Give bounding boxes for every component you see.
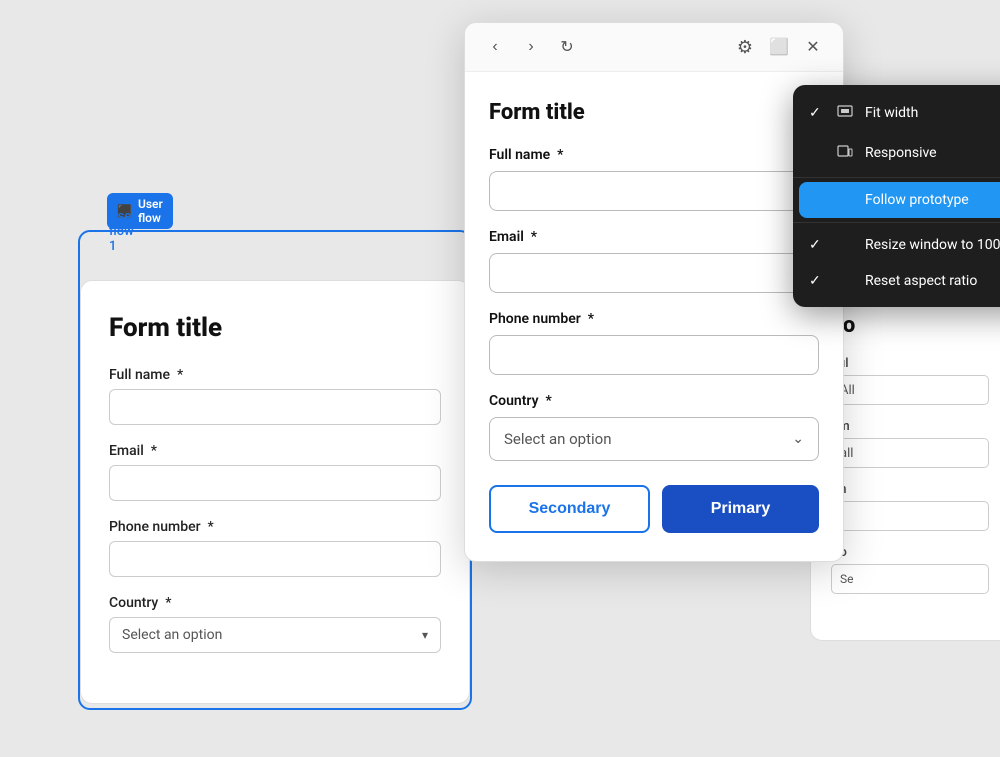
- resize-100-label: Resize window to 100%: [865, 237, 1000, 253]
- modal-country-select[interactable]: Select an option ⌄: [489, 417, 819, 461]
- modal-fullname-field: Full name *: [489, 147, 819, 211]
- settings-button[interactable]: ⚙: [731, 33, 759, 61]
- left-email-label: Email *: [109, 443, 441, 459]
- secondary-button[interactable]: Secondary: [489, 485, 650, 533]
- dropdown-item-fit-width[interactable]: ✓ Fit width: [793, 93, 1000, 133]
- right-country-placeholder: Se: [840, 572, 854, 586]
- modal-country-arrow-icon: ⌄: [792, 431, 804, 447]
- left-phone-input[interactable]: [109, 541, 441, 577]
- right-country-label: Co: [831, 545, 989, 560]
- modal-phone-field: Phone number *: [489, 311, 819, 375]
- left-form-title: Form title: [109, 313, 441, 343]
- export-button[interactable]: ⬜: [765, 33, 793, 61]
- left-fullname-input[interactable]: [109, 389, 441, 425]
- follow-prototype-label: Follow prototype: [865, 192, 969, 208]
- responsive-label: Responsive: [865, 145, 937, 161]
- right-fullname-label: Ful: [831, 356, 989, 371]
- modal-phone-input[interactable]: [489, 335, 819, 375]
- refresh-icon: ↻: [560, 37, 573, 57]
- left-country-field: Country * Select an option ▾: [109, 595, 441, 653]
- toolbar-nav-group: ‹ › ↻: [481, 33, 581, 61]
- modal-phone-label: Phone number *: [489, 311, 819, 327]
- dropdown-item-resize-100[interactable]: ✓ Resize window to 100%: [793, 227, 1000, 263]
- fit-width-label: Fit width: [865, 105, 918, 121]
- responsive-check-icon: ✓: [809, 145, 825, 161]
- reset-ratio-label: Reset aspect ratio: [865, 273, 977, 289]
- view-dropdown-menu: ✓ Fit width ✓ Responsi: [793, 85, 1000, 307]
- modal-email-field: Email *: [489, 229, 819, 293]
- left-country-label: Country *: [109, 595, 441, 611]
- modal-form-content: Form title Full name * Email * Phone num…: [465, 72, 843, 561]
- back-icon: ‹: [492, 38, 497, 56]
- dropdown-item-responsive[interactable]: ✓ Responsive: [793, 133, 1000, 173]
- right-country-select[interactable]: Se: [831, 564, 989, 594]
- modal-button-group: Secondary Primary: [489, 485, 819, 533]
- dropdown-divider-1: [793, 177, 1000, 178]
- left-form-frame: ⬛ User flow User flow-1 Form title Full …: [80, 280, 470, 704]
- left-country-arrow-icon: ▾: [422, 628, 428, 642]
- modal-email-input[interactable]: [489, 253, 819, 293]
- modal-form-title: Form title: [489, 100, 819, 125]
- close-button[interactable]: ✕: [799, 33, 827, 61]
- reset-ratio-check-icon: ✓: [809, 273, 825, 289]
- forward-button[interactable]: ›: [517, 33, 545, 61]
- left-email-input[interactable]: [109, 465, 441, 501]
- canvas: ⬛ User flow User flow-1 Form title Full …: [0, 0, 1000, 757]
- modal-fullname-label: Full name *: [489, 147, 819, 163]
- left-country-select[interactable]: Select an option ▾: [109, 617, 441, 653]
- modal-toolbar: ‹ › ↻ ⚙ ⬜ ✕: [465, 23, 843, 72]
- follow-prototype-check-icon: ✓: [809, 192, 825, 208]
- right-phone-label: Ph: [831, 482, 989, 497]
- modal-country-field: Country * Select an option ⌄: [489, 393, 819, 461]
- back-button[interactable]: ‹: [481, 33, 509, 61]
- resize-100-check-icon: ✓: [809, 237, 825, 253]
- frame-name-label: User flow-1: [109, 209, 138, 254]
- left-country-placeholder: Select an option: [122, 627, 222, 643]
- dropdown-divider-2: [793, 222, 1000, 223]
- export-icon: ⬜: [769, 37, 789, 57]
- left-phone-label: Phone number *: [109, 519, 441, 535]
- fit-width-icon: [835, 103, 855, 123]
- responsive-icon: [835, 143, 855, 163]
- modal-email-label: Email *: [489, 229, 819, 245]
- modal-country-label: Country *: [489, 393, 819, 409]
- modal-fullname-input[interactable]: [489, 171, 819, 211]
- forward-icon: ›: [528, 38, 533, 56]
- dropdown-item-reset-ratio[interactable]: ✓ Reset aspect ratio: [793, 263, 1000, 299]
- left-email-field: Email *: [109, 443, 441, 501]
- left-fullname-field: Full name *: [109, 367, 441, 425]
- dropdown-item-follow-prototype[interactable]: ✓ Follow prototype: [799, 182, 1000, 218]
- user-flow-label: User flow: [138, 197, 163, 225]
- right-email-label: Em: [831, 419, 989, 434]
- close-icon: ✕: [806, 37, 819, 57]
- toolbar-action-group: ⚙ ⬜ ✕: [731, 33, 827, 61]
- modal-preview-window: ‹ › ↻ ⚙ ⬜ ✕: [464, 22, 844, 562]
- fit-width-check-icon: ✓: [809, 105, 825, 121]
- refresh-button[interactable]: ↻: [553, 33, 581, 61]
- left-phone-field: Phone number *: [109, 519, 441, 577]
- primary-button[interactable]: Primary: [662, 485, 819, 533]
- right-phone-input[interactable]: [831, 501, 989, 531]
- right-form-title: Fo: [831, 313, 989, 338]
- right-fullname-input[interactable]: All: [831, 375, 989, 405]
- modal-country-placeholder: Select an option: [504, 430, 611, 448]
- sliders-icon: ⚙: [737, 37, 753, 58]
- right-email-input[interactable]: all: [831, 438, 989, 468]
- left-fullname-label: Full name *: [109, 367, 441, 383]
